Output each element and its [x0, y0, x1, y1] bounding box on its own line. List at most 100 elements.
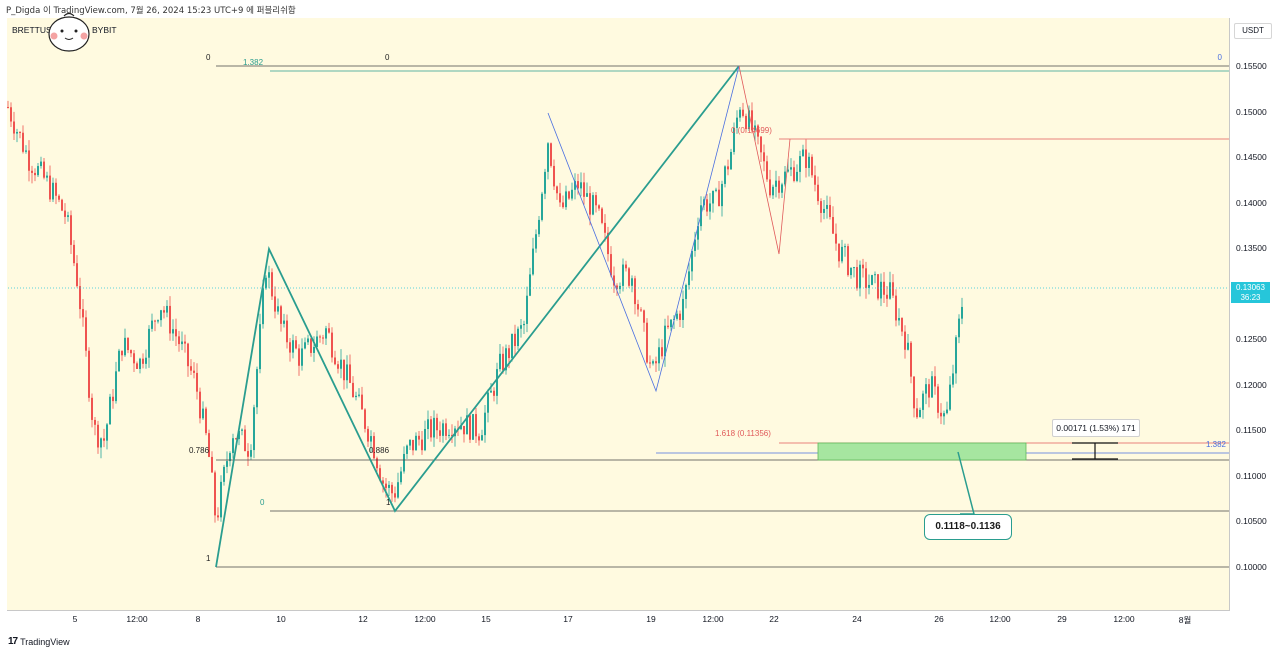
candle-body — [628, 268, 630, 286]
zigzag-pattern — [215, 65, 740, 568]
candle-body — [43, 161, 45, 178]
candle-body — [478, 436, 480, 441]
candle-body — [724, 166, 726, 184]
candle-body — [148, 328, 150, 358]
candle-body — [592, 195, 594, 215]
candle-body — [349, 364, 351, 383]
candle-body — [919, 409, 921, 418]
candle-body — [274, 296, 276, 312]
candle-body — [958, 318, 960, 338]
candle-body — [619, 285, 621, 290]
candle-body — [127, 337, 129, 351]
candle-body — [391, 484, 393, 494]
time-tick-label: 26 — [934, 614, 944, 624]
candle-body — [928, 384, 930, 398]
candle-body — [250, 450, 252, 457]
currency-selector[interactable]: USDT — [1234, 23, 1272, 39]
candle-body — [172, 329, 174, 334]
candle-body — [895, 295, 897, 321]
candle-body — [163, 310, 165, 313]
candle-body — [436, 417, 438, 431]
candle-body — [778, 180, 780, 193]
fib-label-0786: 0.786 — [189, 446, 210, 455]
chart-svg: 0 1.382 0 0.786 1 0.886 1 0 0 (0.14699) 1.618 (0.… — [7, 53, 1229, 568]
time-tick-label: 8월 — [1178, 615, 1192, 625]
time-tick-label: 12:00 — [702, 614, 724, 624]
candle-body — [820, 201, 822, 213]
candle-body — [418, 435, 420, 440]
candle-body — [622, 264, 624, 286]
measure-label[interactable]: 0.00171 (1.53%) 171 — [1052, 419, 1140, 437]
candle-body — [559, 193, 561, 203]
candle-body — [595, 195, 597, 206]
candle-body — [220, 481, 222, 518]
candle-body — [874, 274, 876, 276]
candle-body — [310, 338, 312, 353]
candle-body — [934, 376, 936, 387]
candle-body — [271, 272, 273, 297]
candle-body — [193, 370, 195, 373]
candle-body — [718, 189, 720, 207]
candle-body — [181, 341, 183, 345]
candle-body — [28, 150, 30, 171]
candle-body — [226, 461, 228, 467]
candle-body — [823, 208, 825, 213]
candle-body — [847, 246, 849, 276]
candle-body — [517, 328, 519, 347]
candle-body — [217, 515, 219, 518]
candle-body — [136, 363, 138, 369]
candle-body — [865, 268, 867, 288]
candle-body — [397, 482, 399, 498]
candle-body — [124, 337, 126, 356]
candle-body — [343, 359, 345, 381]
zone-callout[interactable]: 0.1118~0.1136 — [924, 514, 1012, 540]
candle-body — [877, 274, 879, 299]
candle-body — [106, 424, 108, 441]
candle-body — [649, 362, 651, 364]
candle-body — [25, 150, 27, 152]
candle-body — [769, 179, 771, 196]
candle-body — [925, 384, 927, 394]
candle-body — [214, 472, 216, 516]
candle-body — [709, 203, 711, 212]
time-axis[interactable] — [7, 611, 1229, 631]
candle-body — [46, 175, 48, 178]
candle-body — [940, 412, 942, 417]
candle-body — [685, 285, 687, 299]
candle-body — [910, 342, 912, 377]
fib-label-1382-blue: 1.382 — [1206, 440, 1227, 449]
candle-body — [544, 171, 546, 194]
candle-body — [319, 336, 321, 338]
candle-body — [829, 204, 831, 218]
candle-body — [307, 338, 309, 343]
candle-body — [241, 429, 243, 431]
candle-body — [184, 341, 186, 344]
candle-body — [334, 357, 336, 365]
candle-body — [409, 439, 411, 446]
time-tick-label: 24 — [852, 614, 862, 624]
candle-body — [175, 329, 177, 337]
candle-body — [901, 318, 903, 332]
candle-body — [514, 333, 516, 347]
candle-body — [400, 471, 402, 483]
bar-countdown: 36:23 — [1240, 293, 1261, 302]
candle-body — [421, 439, 423, 451]
candle-body — [97, 424, 99, 448]
callout-pointer — [957, 451, 975, 515]
candle-body — [406, 445, 408, 454]
candle-body — [325, 328, 327, 339]
candle-body — [385, 483, 387, 488]
candle-body — [205, 408, 207, 434]
fib-label-0-teal: 0 — [260, 498, 265, 507]
candle-body — [283, 320, 285, 324]
candle-body — [712, 190, 714, 204]
candle-body — [667, 325, 669, 328]
candle-body — [793, 167, 795, 181]
fib-label-1382: 1.382 — [243, 58, 264, 67]
candle-body — [949, 384, 951, 410]
candle-body — [643, 310, 645, 323]
candle-body — [223, 466, 225, 482]
candle-body — [340, 359, 342, 369]
candle-body — [805, 149, 807, 168]
price-tick-label: 0.12500 — [1236, 334, 1267, 345]
